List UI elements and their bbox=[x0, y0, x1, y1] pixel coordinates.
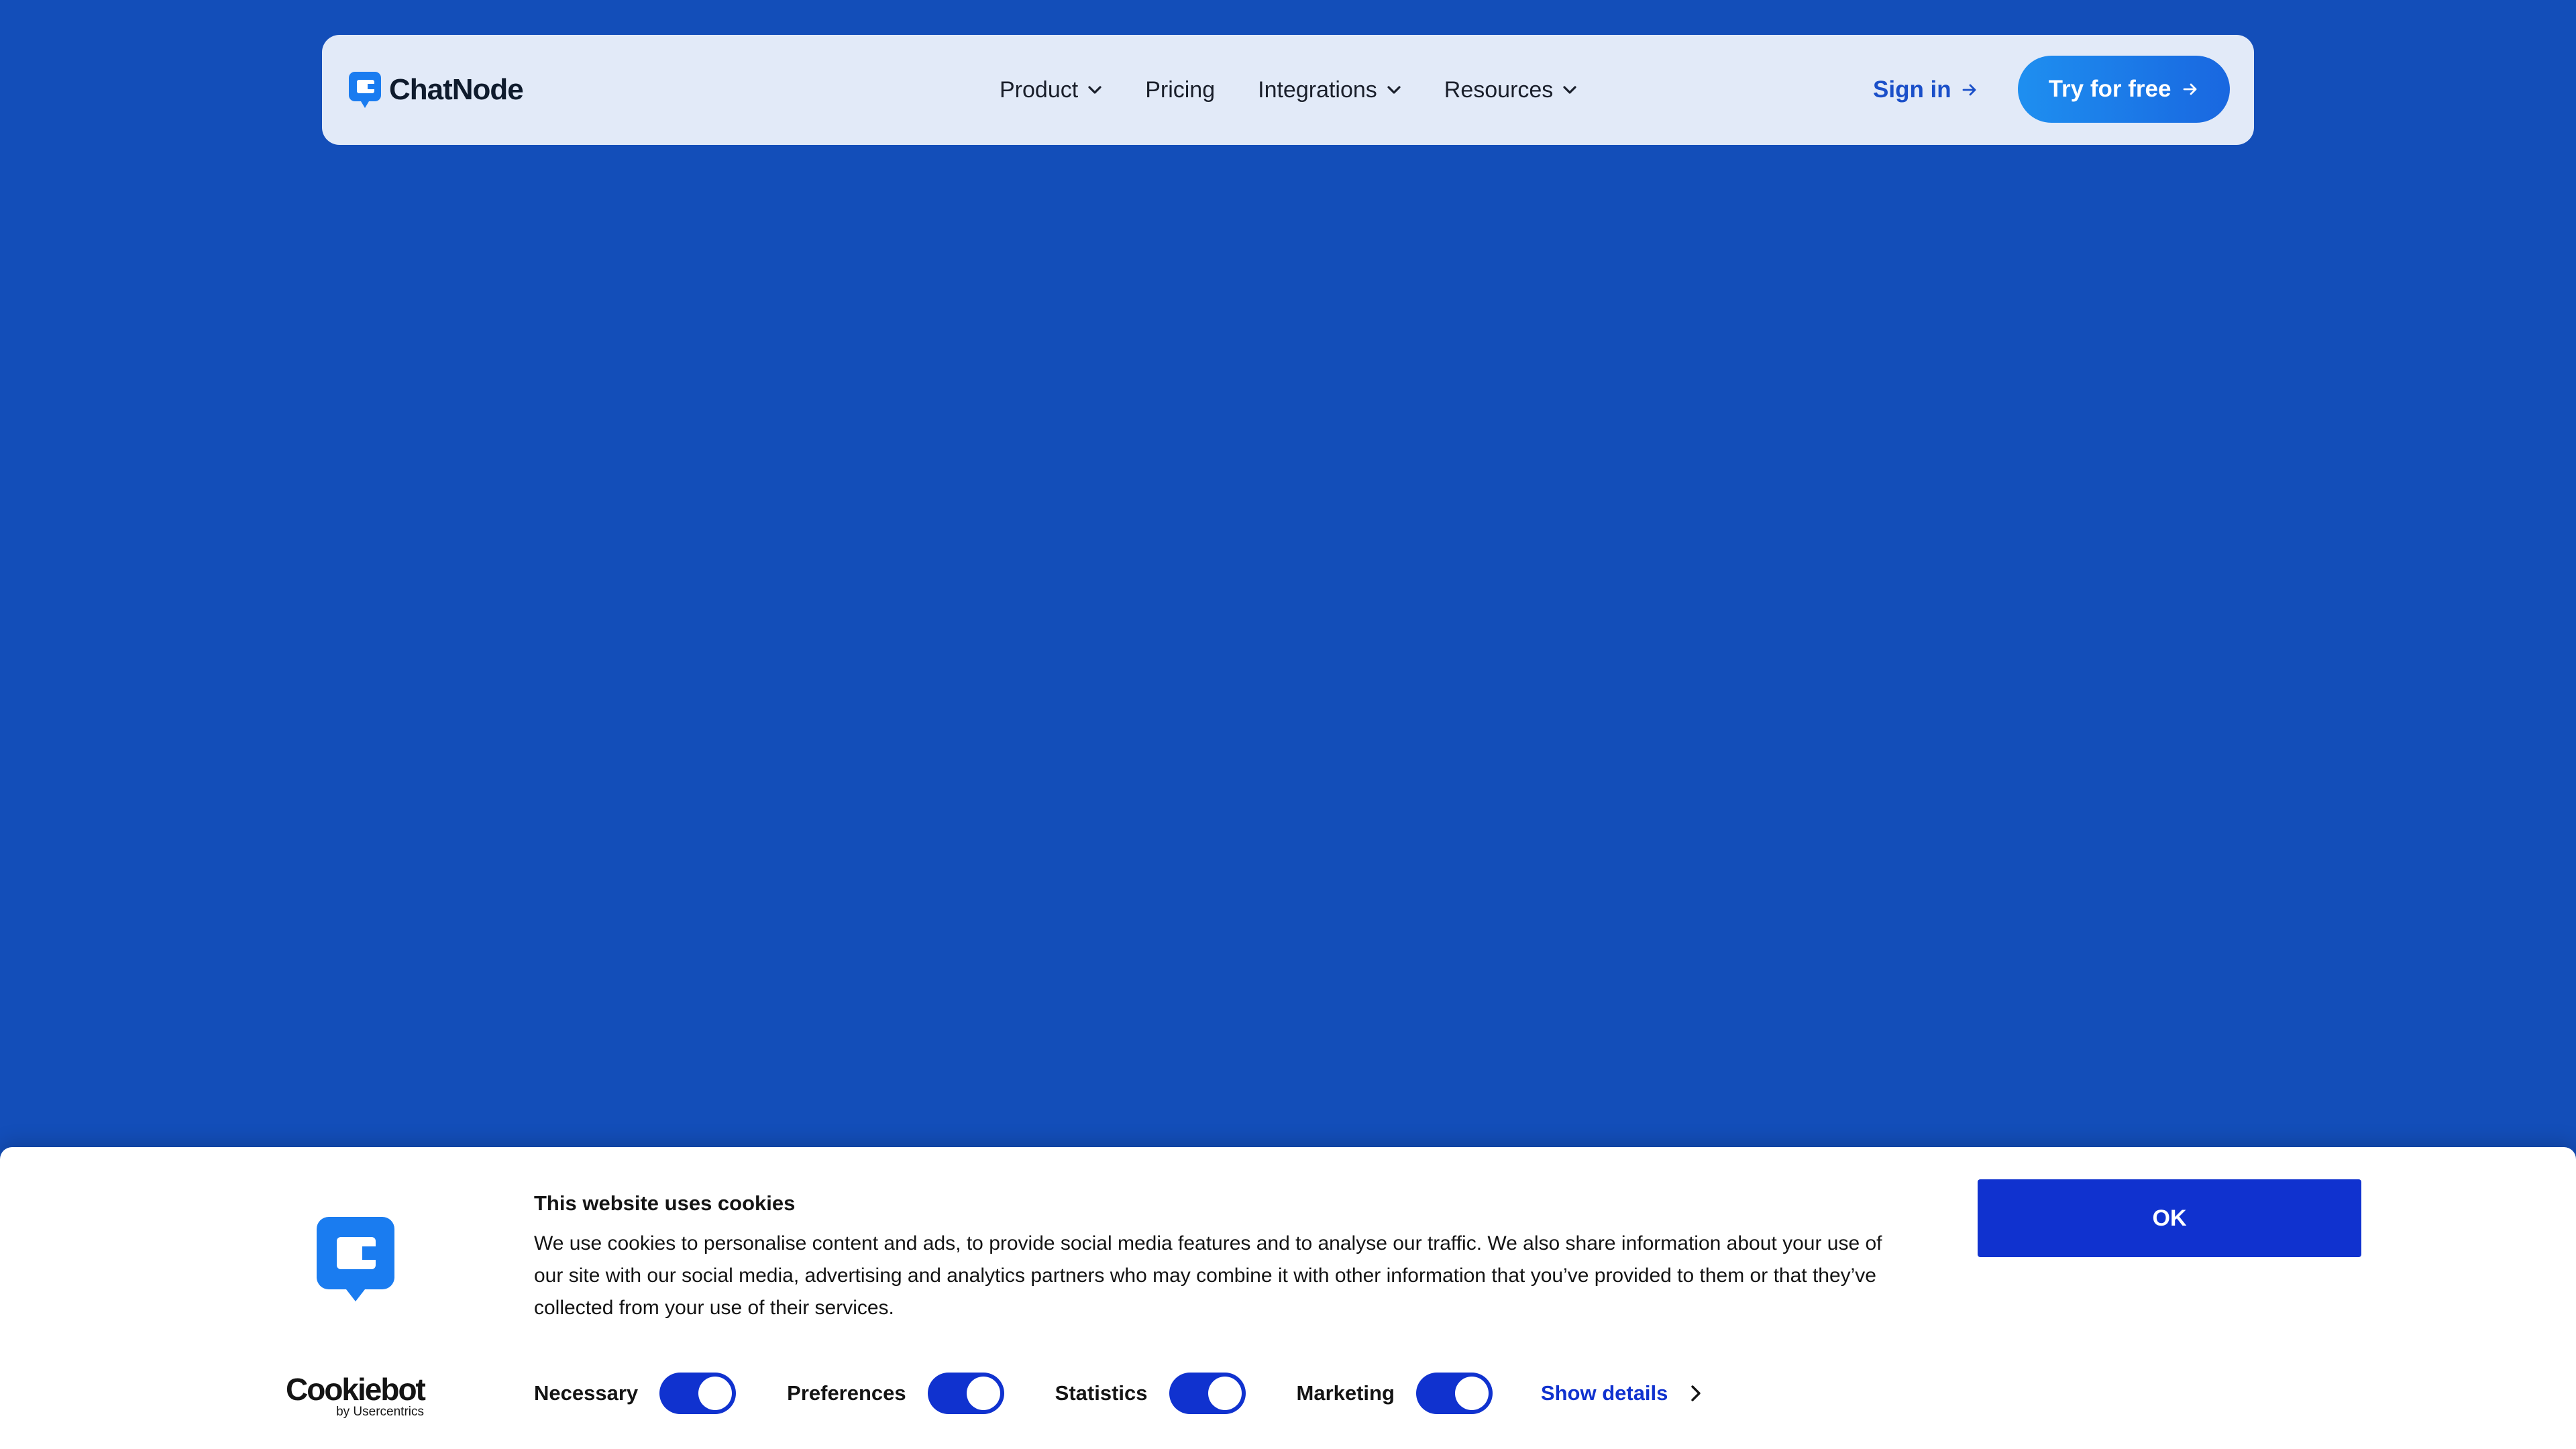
chevron-down-icon bbox=[1088, 86, 1102, 94]
nav-item-resources-label: Resources bbox=[1444, 76, 1554, 103]
cookie-consent-banner: Cookiebot by Usercentrics This website u… bbox=[0, 1147, 2576, 1449]
try-for-free-label: Try for free bbox=[2048, 76, 2171, 102]
toggle-marketing: Marketing bbox=[1297, 1373, 1493, 1414]
nav-item-pricing[interactable]: Pricing bbox=[1145, 77, 1215, 103]
switch-knob bbox=[1454, 1377, 1489, 1410]
necessary-switch[interactable] bbox=[659, 1373, 737, 1414]
show-details-label: Show details bbox=[1540, 1381, 1668, 1405]
cookie-description: We use cookies to personalise content an… bbox=[534, 1232, 1882, 1319]
cookiebot-byline: by Usercentrics bbox=[336, 1405, 424, 1419]
chevron-down-icon bbox=[1563, 86, 1576, 94]
sign-in-link[interactable]: Sign in bbox=[1873, 35, 1978, 145]
arrow-right-icon bbox=[2184, 83, 2197, 95]
switch-knob bbox=[966, 1377, 1000, 1410]
sign-in-label: Sign in bbox=[1873, 76, 1951, 103]
toggle-marketing-label: Marketing bbox=[1296, 1381, 1395, 1405]
chevron-down-icon bbox=[1387, 86, 1401, 94]
try-for-free-button[interactable]: Try for free bbox=[2018, 56, 2230, 123]
preferences-switch[interactable] bbox=[927, 1373, 1004, 1414]
toggle-statistics: Statistics bbox=[1055, 1373, 1246, 1414]
nav-item-integrations-label: Integrations bbox=[1258, 76, 1377, 103]
brand-logo-link[interactable]: ChatNode bbox=[347, 70, 524, 110]
top-navigation: ChatNode Product Pricing Integrations Re… bbox=[322, 35, 2254, 145]
chevron-right-icon bbox=[1691, 1385, 1701, 1401]
nav-item-product[interactable]: Product bbox=[1000, 77, 1102, 103]
chatnode-logo-icon bbox=[349, 72, 381, 108]
marketing-switch[interactable] bbox=[1415, 1373, 1493, 1414]
toggle-preferences: Preferences bbox=[787, 1373, 1004, 1414]
switch-knob bbox=[698, 1377, 733, 1410]
statistics-switch[interactable] bbox=[1169, 1373, 1246, 1414]
toggle-necessary-label: Necessary bbox=[534, 1381, 639, 1405]
ok-button[interactable]: OK bbox=[1978, 1179, 2361, 1257]
cookiebot-wordmark: Cookiebot bbox=[286, 1372, 426, 1407]
cookiebot-logo[interactable]: Cookiebot by Usercentrics bbox=[286, 1374, 433, 1419]
main-menu: Product Pricing Integrations Resources bbox=[1000, 35, 1577, 145]
nav-item-product-label: Product bbox=[1000, 76, 1079, 103]
brand-name: ChatNode bbox=[389, 73, 524, 106]
arrow-right-icon bbox=[1962, 84, 1976, 96]
switch-knob bbox=[1208, 1377, 1242, 1410]
nav-item-pricing-label: Pricing bbox=[1145, 76, 1216, 103]
toggle-preferences-label: Preferences bbox=[787, 1381, 906, 1405]
ok-button-label: OK bbox=[2152, 1205, 2187, 1231]
toggle-statistics-label: Statistics bbox=[1055, 1381, 1148, 1405]
toggle-necessary: Necessary bbox=[534, 1373, 737, 1414]
consent-toggles: Necessary Preferences Statistics Marketi… bbox=[534, 1371, 1701, 1415]
show-details-link[interactable]: Show details bbox=[1541, 1381, 1701, 1405]
company-logo-icon bbox=[317, 1217, 394, 1301]
nav-item-integrations[interactable]: Integrations bbox=[1258, 77, 1401, 103]
cookie-title: This website uses cookies bbox=[534, 1191, 796, 1215]
nav-item-resources[interactable]: Resources bbox=[1444, 77, 1578, 103]
